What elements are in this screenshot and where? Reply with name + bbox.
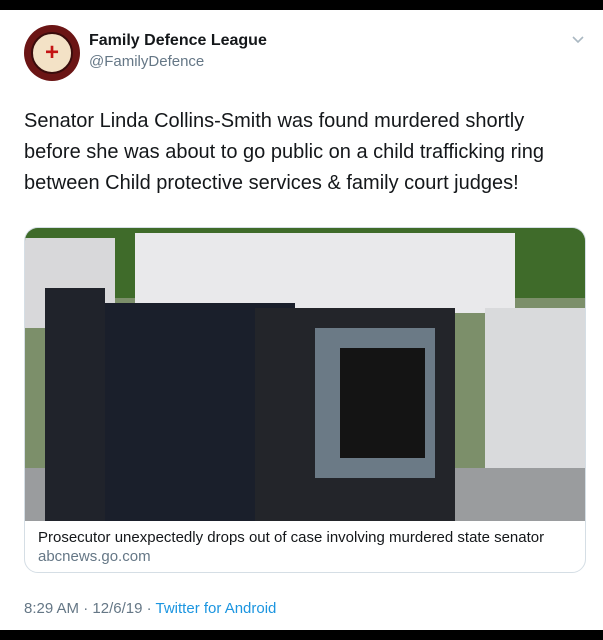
card-domain[interactable]: abcnews.go.com bbox=[38, 548, 151, 565]
account-handle[interactable]: @FamilyDefence bbox=[89, 53, 204, 70]
chevron-down-icon[interactable] bbox=[571, 32, 585, 46]
tweet-time[interactable]: 8:29 AM bbox=[24, 600, 79, 617]
meta-separator: · bbox=[83, 600, 89, 617]
card-image bbox=[25, 228, 585, 521]
tweet-source[interactable]: Twitter for Android bbox=[156, 600, 277, 617]
account-name[interactable]: Family Defence League bbox=[89, 32, 267, 50]
link-card[interactable]: Prosecutor unexpectedly drops out of cas… bbox=[24, 227, 586, 573]
avatar[interactable]: + bbox=[24, 25, 80, 81]
tweet-date[interactable]: 12/6/19 bbox=[92, 600, 142, 617]
tweet[interactable]: + Family Defence League @FamilyDefence S… bbox=[0, 10, 603, 630]
meta-separator: · bbox=[146, 600, 152, 617]
cross-icon: + bbox=[31, 32, 73, 74]
tweet-meta: 8:29 AM · 12/6/19 · Twitter for Android bbox=[24, 600, 276, 617]
card-title[interactable]: Prosecutor unexpectedly drops out of cas… bbox=[38, 529, 578, 546]
tweet-text: Senator Linda Collins-Smith was found mu… bbox=[24, 110, 544, 194]
